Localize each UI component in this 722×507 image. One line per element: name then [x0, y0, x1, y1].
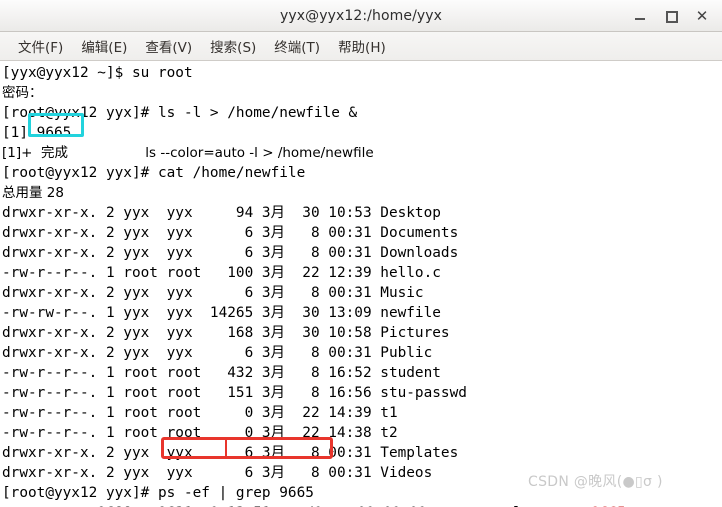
- close-icon[interactable]: ✕: [695, 8, 709, 23]
- terminal-line: [root@yyx12 yyx]# ls -l > /home/newfile …: [2, 105, 358, 121]
- terminal-line-file: drwxr-xr-x. 2 yyx yyx 6 3月 8 00:31 Docum…: [2, 225, 459, 241]
- window-controls: ✕: [633, 0, 716, 31]
- terminal-window: yyx@yyx12:/home/yyx ✕ 文件(F) 编辑(E) 查看(V) …: [0, 0, 722, 507]
- ps-command-pipe-separator: [225, 439, 227, 457]
- terminal-output-area[interactable]: [yyx@yyx12 ~]$ su root 密码： [root@yyx12 y…: [0, 61, 722, 507]
- menu-item-help[interactable]: 帮助(H): [329, 34, 395, 59]
- terminal-line: [yyx@yyx12 ~]$ su root: [2, 65, 193, 81]
- terminal-line-file: drwxr-xr-x. 2 yyx yyx 6 3月 8 00:31 Publi…: [2, 345, 433, 361]
- terminal-line-job-pid: [1] 9665: [2, 125, 72, 141]
- terminal-line-file: drwxr-xr-x. 2 yyx yyx 6 3月 8 00:31 Music: [2, 285, 424, 301]
- terminal-line-file: -rw-r--r--. 1 root root 100 3月 22 12:39 …: [2, 265, 441, 281]
- terminal-line-file: drwxr-xr-x. 2 yyx yyx 94 3月 30 10:53 Des…: [2, 205, 441, 221]
- watermark-text: CSDN @晚风(●▯σ ): [528, 474, 663, 490]
- menu-item-terminal[interactable]: 终端(T): [265, 34, 329, 59]
- menu-item-edit[interactable]: 编辑(E): [72, 34, 136, 59]
- terminal-line-file: -rw-r--r--. 1 root root 0 3月 22 14:38 t2: [2, 425, 398, 441]
- terminal-line-job-done: [1]+ 完成 ls --color=auto -l > /home/newfi…: [2, 145, 374, 161]
- terminal-line-file: -rw-r--r--. 1 root root 432 3月 8 16:52 s…: [2, 365, 441, 381]
- terminal-line: [root@yyx12 yyx]# cat /home/newfile: [2, 165, 306, 181]
- terminal-line-file: drwxr-xr-x. 2 yyx yyx 168 3月 30 10:58 Pi…: [2, 325, 450, 341]
- terminal-line-file: drwxr-xr-x. 2 yyx yyx 6 3月 8 00:31 Downl…: [2, 245, 459, 261]
- menu-item-file[interactable]: 文件(F): [9, 34, 72, 59]
- window-title: yyx@yyx12:/home/yyx: [279, 7, 443, 24]
- terminal-line: 密码：: [2, 85, 43, 101]
- terminal-line-ps-result: root 9688 9631 0 13:51 pts/0 00:00:00 gr…: [2, 503, 722, 507]
- maximize-icon[interactable]: [664, 9, 678, 23]
- minimize-icon[interactable]: [633, 9, 647, 23]
- terminal-line-file: drwxr-xr-x. 2 yyx yyx 6 3月 8 00:31 Templ…: [2, 445, 459, 461]
- terminal-line-file: -rw-r--r--. 1 root root 0 3月 22 14:39 t1: [2, 405, 398, 421]
- menu-item-view[interactable]: 查看(V): [136, 34, 201, 59]
- terminal-line-total: 总用量 28: [2, 185, 64, 201]
- menu-item-search[interactable]: 搜索(S): [201, 34, 265, 59]
- menu-bar: 文件(F) 编辑(E) 查看(V) 搜索(S) 终端(T) 帮助(H): [0, 32, 722, 61]
- window-titlebar: yyx@yyx12:/home/yyx ✕: [0, 0, 722, 32]
- terminal-line-file: -rw-rw-r--. 1 yyx yyx 14265 3月 30 13:09 …: [2, 305, 441, 321]
- terminal-line-file: -rw-r--r--. 1 root root 151 3月 8 16:56 s…: [2, 385, 467, 401]
